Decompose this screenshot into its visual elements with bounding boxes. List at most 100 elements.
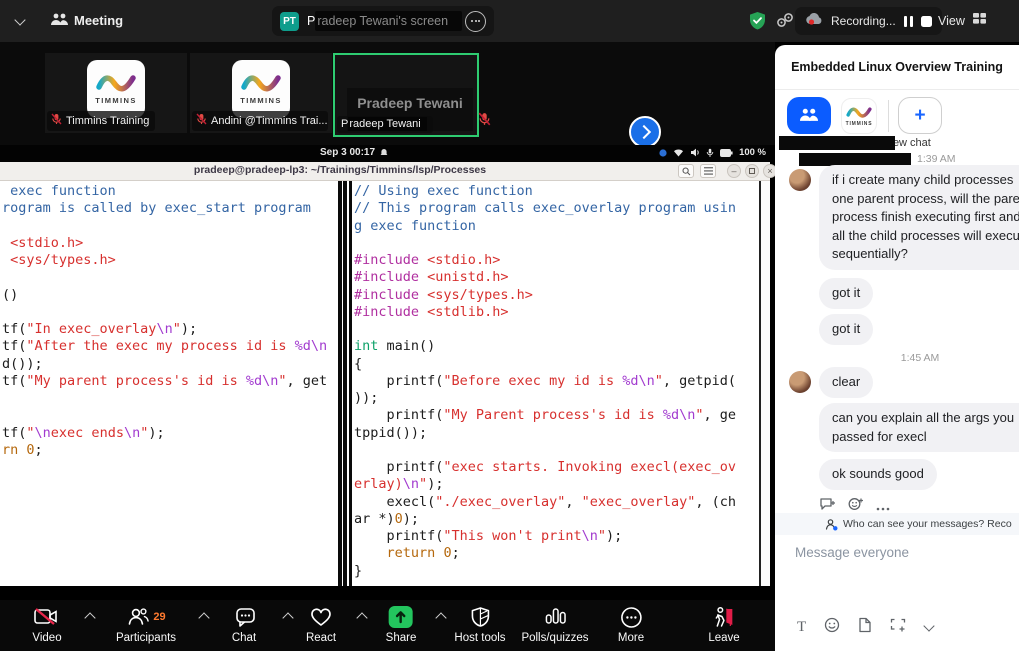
recording-pill: Recording... bbox=[795, 7, 942, 35]
participant-name: Pradeep Tewani bbox=[341, 118, 427, 130]
leave-button[interactable]: Leave bbox=[708, 605, 739, 644]
code-line bbox=[2, 390, 338, 407]
terminal-title-bar[interactable]: pradeep@pradeep-lp3: ~/Trainings/Timmins… bbox=[0, 162, 770, 181]
connection-status-icon[interactable] bbox=[776, 12, 794, 34]
timmins-logo-text: TIMMINS bbox=[846, 121, 873, 127]
chat-message[interactable]: can you explain all the args you passed … bbox=[819, 403, 1019, 452]
timmins-logo: TIMMINS bbox=[232, 60, 290, 118]
code-line: #include <stdlib.h> bbox=[354, 304, 758, 321]
emoji-icon[interactable] bbox=[824, 617, 840, 638]
polls-quizzes-button[interactable]: Polls/quizzes bbox=[521, 605, 588, 644]
code-line bbox=[2, 407, 338, 424]
screenshot-icon[interactable] bbox=[890, 618, 907, 638]
timmins-logo: TIMMINS bbox=[87, 60, 145, 118]
chat-message[interactable]: clear bbox=[819, 367, 873, 398]
more-ellipsis-icon bbox=[619, 605, 642, 629]
code-line: <sys/types.h> bbox=[2, 252, 338, 269]
message-input[interactable]: Message everyone bbox=[795, 545, 909, 560]
code-line: // This program calls exec_overlay progr… bbox=[354, 200, 758, 217]
minimize-button[interactable]: – bbox=[727, 164, 741, 178]
send-options-chevron[interactable] bbox=[924, 620, 935, 631]
more-button[interactable]: More bbox=[618, 605, 644, 644]
timmins-chat-tab[interactable]: TIMMINS bbox=[841, 98, 877, 134]
code-line bbox=[354, 442, 758, 459]
participant-tile-andini[interactable]: TIMMINS Andini @Timmins Trai... bbox=[190, 53, 332, 133]
code-line bbox=[2, 218, 338, 235]
code-line: <stdio.h> bbox=[2, 235, 338, 252]
code-line: d()); bbox=[2, 356, 338, 373]
view-button[interactable]: View bbox=[930, 7, 995, 35]
gnome-top-bar: Sep 3 00:17 100 % bbox=[0, 145, 770, 162]
terminal-menu-icon[interactable] bbox=[700, 164, 716, 178]
zoom-meeting-window: Meeting PT Pradeep Tewani's screen Recor… bbox=[0, 0, 1019, 651]
chat-message[interactable]: if i create many child processes one par… bbox=[819, 165, 1019, 270]
terminal-search-icon[interactable] bbox=[678, 164, 694, 178]
format-text-icon[interactable]: T bbox=[797, 619, 806, 636]
video-options-chevron[interactable] bbox=[84, 612, 95, 623]
code-line: g exec function bbox=[354, 218, 758, 235]
new-chat-button[interactable]: + bbox=[898, 97, 942, 134]
collapse-chevron-icon[interactable] bbox=[14, 14, 25, 25]
chevron-right-icon bbox=[636, 125, 650, 139]
code-line: tf("In exec_overlay\n"); bbox=[2, 321, 338, 338]
maximize-button[interactable] bbox=[745, 164, 759, 178]
share-button[interactable]: Share bbox=[386, 605, 417, 644]
meeting-people-icon bbox=[50, 12, 69, 33]
participant-tile-timmins-training[interactable]: TIMMINS Timmins Training bbox=[45, 53, 187, 133]
meeting-chat-tab[interactable] bbox=[787, 97, 831, 134]
share-options-chevron[interactable] bbox=[435, 612, 446, 623]
view-grid-icon bbox=[972, 12, 987, 30]
code-line bbox=[2, 304, 338, 321]
desktop-clock[interactable]: Sep 3 00:17 bbox=[320, 147, 388, 158]
participant-display-name: Pradeep Tewani bbox=[357, 95, 463, 111]
shared-screen: Sep 3 00:17 100 % pradeep@pradeep-lp3: ~… bbox=[0, 145, 770, 586]
react-options-chevron[interactable] bbox=[356, 612, 367, 623]
terminal-scrollbar[interactable] bbox=[759, 181, 770, 586]
code-line: // Using exec function bbox=[354, 183, 758, 200]
vim-split-divider[interactable] bbox=[338, 181, 352, 586]
vim-editor[interactable]: exec functionrogram is called by exec_st… bbox=[0, 181, 770, 586]
participants-button[interactable]: 29 Participants bbox=[116, 605, 176, 644]
code-line: return 0; bbox=[354, 545, 758, 562]
chat-message[interactable]: got it bbox=[819, 314, 873, 345]
battery-icon bbox=[720, 149, 733, 157]
chat-options-chevron[interactable] bbox=[282, 612, 293, 623]
next-participants-button[interactable] bbox=[629, 116, 661, 148]
heart-icon bbox=[309, 605, 333, 629]
left-code-pane[interactable]: exec functionrogram is called by exec_st… bbox=[2, 183, 338, 586]
host-tools-button[interactable]: Host tools bbox=[454, 605, 505, 644]
participant-name: Andini @Timmins Trai... bbox=[211, 115, 328, 127]
code-line: erlay)\n"); bbox=[354, 476, 758, 493]
react-button[interactable]: React bbox=[306, 605, 336, 644]
sender-avatar[interactable] bbox=[789, 169, 811, 191]
meeting-tab-label[interactable]: Meeting bbox=[74, 13, 123, 28]
pause-recording-icon[interactable] bbox=[904, 16, 913, 27]
video-button[interactable]: Video bbox=[32, 605, 62, 644]
sender-avatar[interactable] bbox=[789, 371, 811, 393]
share-options-icon[interactable] bbox=[465, 11, 486, 32]
battery-percent: 100 % bbox=[739, 147, 766, 158]
code-line: { bbox=[354, 356, 758, 373]
system-tray[interactable]: 100 % bbox=[659, 147, 766, 158]
right-code-pane[interactable]: // Using exec function// This program ca… bbox=[354, 183, 758, 586]
security-shield-icon[interactable] bbox=[748, 11, 767, 36]
terminal-title: pradeep@pradeep-lp3: ~/Trainings/Timmins… bbox=[0, 164, 680, 176]
code-line: #include <sys/types.h> bbox=[354, 287, 758, 304]
code-line: ar *)0); bbox=[354, 511, 758, 528]
timmins-logo-text: TIMMINS bbox=[240, 96, 281, 105]
meeting-controls-toolbar: Video 29 Participants Chat React bbox=[0, 600, 775, 651]
participants-options-chevron[interactable] bbox=[198, 612, 209, 623]
chat-header-title: Embedded Linux Overview Training bbox=[775, 60, 1019, 74]
participant-filmstrip: TIMMINS Timmins Training TIMMINS Andini … bbox=[0, 42, 775, 145]
participant-name-pill: Pradeep Tewani bbox=[337, 116, 433, 133]
chat-message[interactable]: got it bbox=[819, 278, 873, 309]
privacy-notice-bar[interactable]: Who can see your messages? Reco bbox=[775, 513, 1019, 535]
share-title-redacted: radeep Tewani's screen bbox=[315, 11, 462, 31]
chat-button[interactable]: Chat bbox=[231, 605, 257, 644]
active-share-tab[interactable]: PT Pradeep Tewani's screen bbox=[272, 6, 494, 36]
chat-message[interactable]: ok sounds good bbox=[819, 459, 937, 490]
message-time: 1:39 AM bbox=[917, 153, 956, 165]
code-line: ~ bbox=[354, 580, 758, 586]
attach-file-icon[interactable] bbox=[858, 617, 872, 638]
participant-tile-pradeep-active-speaker[interactable]: Pradeep Tewani Pradeep Tewani bbox=[333, 53, 479, 137]
